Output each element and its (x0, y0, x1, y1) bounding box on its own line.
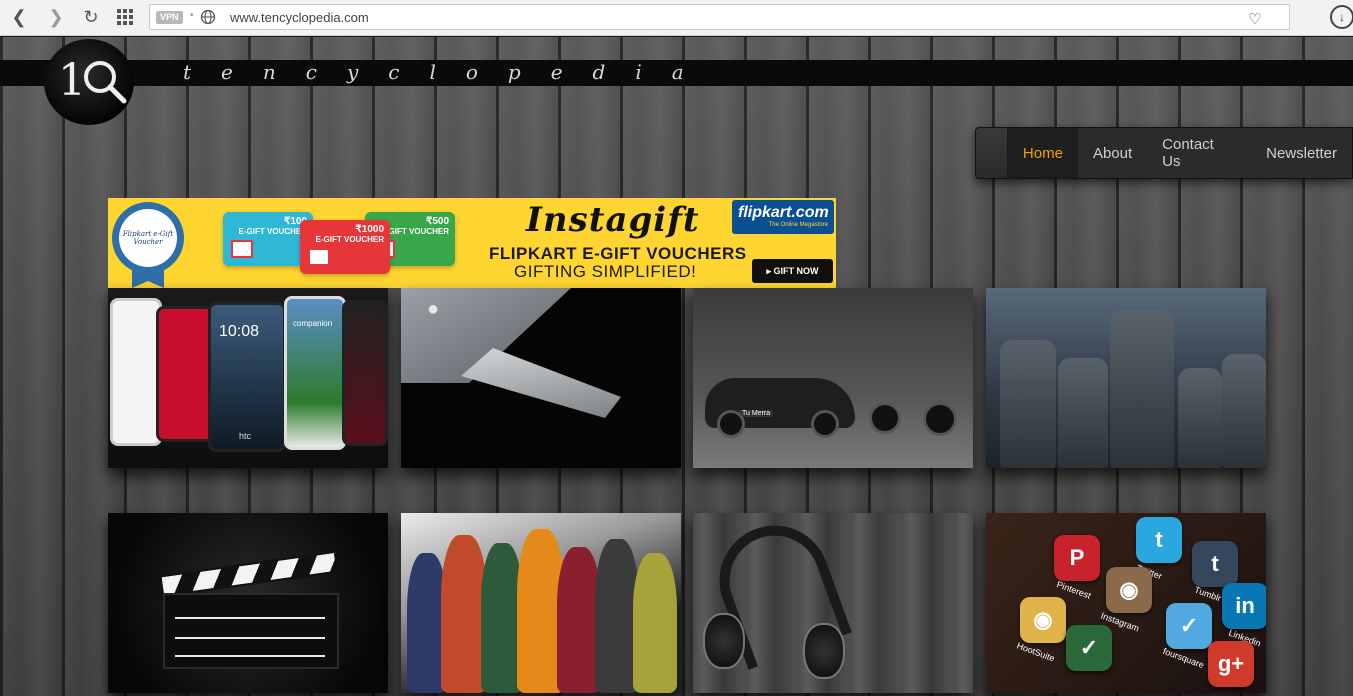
clap-line (175, 637, 325, 639)
address-bar[interactable]: VPN • www.tencyclopedia.com ♡ (149, 4, 1290, 30)
hootsuite-icon: ◉ (1020, 597, 1066, 643)
tile-social-apps[interactable]: P Pinterest t Twitter t Tumblr ◉ Instagr… (986, 513, 1266, 693)
app-label: HootSuite (1015, 640, 1057, 664)
foursquare-icon: ✓ (1166, 603, 1212, 649)
car-plate: Tu Merra (739, 410, 774, 417)
linkedin-icon: in (1222, 583, 1266, 629)
phone-galaxy: companion (284, 296, 346, 450)
heart-icon[interactable]: ♡ (1245, 9, 1265, 29)
gift-now-button[interactable]: ▸ GIFT NOW (752, 259, 833, 283)
phone-htc: 10:08 htc (208, 302, 286, 452)
anime-character (633, 553, 677, 693)
car-wheel-rear (811, 410, 839, 438)
gift-box-icon (231, 240, 253, 258)
banner-title: Instagift (526, 200, 700, 240)
phone-xperia (342, 300, 388, 446)
clap-line (175, 617, 325, 619)
phone-clock: 10:08 (219, 323, 260, 340)
flipkart-subtitle: The Online Megastore (768, 222, 828, 228)
site-tagline: tencyclopedia (183, 60, 714, 84)
app-icon: ✓ (1066, 625, 1112, 671)
menu-item-about[interactable]: About (1078, 128, 1147, 178)
voucher-badge: Flipkart e-Gift Voucher (112, 202, 184, 274)
twitter-icon: t (1136, 517, 1182, 563)
phone-lumia (156, 306, 214, 442)
page-content: 1 tencyclopedia Home About Contact Us Ne… (0, 37, 1353, 696)
menu-item-newsletter[interactable]: Newsletter (1251, 128, 1352, 178)
flipkart-logo: flipkart.com The Online Megastore (732, 200, 834, 234)
tile-laptop[interactable]: ● (401, 288, 681, 468)
tile-movies[interactable] (108, 513, 388, 693)
flipkart-brand: flipkart.com (738, 204, 829, 221)
badge-text: Flipkart e-Gift Voucher (119, 209, 177, 267)
app-label: Tumblr (1193, 584, 1223, 604)
flipkart-banner-ad[interactable]: Flipkart e-Gift Voucher ₹100 E-GIFT VOUC… (108, 198, 836, 288)
google-plus-icon: g+ (1208, 641, 1254, 687)
url-text[interactable]: www.tencyclopedia.com (230, 10, 369, 25)
tile-halo[interactable] (986, 288, 1266, 468)
card-amount: ₹100 (283, 216, 307, 227)
soldier-3 (1110, 310, 1174, 468)
app-label: foursquare (1161, 645, 1206, 671)
voucher-card-1000: ₹1000 E-GIFT VOUCHER (300, 220, 390, 274)
soldier-1 (1000, 340, 1056, 468)
pinterest-icon: P (1054, 535, 1100, 581)
soldier-2 (1058, 358, 1108, 468)
gift-now-label: GIFT NOW (773, 266, 819, 276)
globe-icon (200, 9, 216, 25)
browser-toolbar: ❮ ❯ ↻ VPN • www.tencyclopedia.com ♡ ↓ (0, 0, 1353, 36)
card-amount: ₹1000 (355, 224, 384, 235)
speed-dial-icon[interactable] (114, 6, 136, 28)
tile-music[interactable] (693, 513, 973, 693)
apple-logo-icon: ● (427, 298, 440, 320)
headphone-cup-left (703, 613, 745, 669)
bike-wheel-rear (923, 402, 957, 436)
headphone-cup-right (803, 623, 845, 679)
car-wheel-front (717, 410, 745, 438)
main-menu: Home About Contact Us Newsletter (975, 127, 1353, 179)
menu-item-home[interactable]: Home (1007, 128, 1078, 178)
clapperboard-top (159, 550, 339, 598)
tile-anime[interactable] (401, 513, 681, 693)
card-label: E-GIFT VOUCHER (238, 227, 307, 236)
menu-item-contact[interactable]: Contact Us (1147, 128, 1251, 178)
tumblr-icon: t (1192, 541, 1238, 587)
back-icon[interactable]: ❮ (8, 6, 30, 28)
bike-wheel-front (869, 402, 901, 434)
laptop-base (461, 348, 621, 418)
download-icon[interactable]: ↓ (1330, 5, 1353, 29)
banner-line-1: FLIPKART E-GIFT VOUCHERS (489, 244, 747, 263)
forward-icon[interactable]: ❯ (45, 6, 67, 28)
motorbike (869, 396, 959, 436)
soldier-5 (1222, 354, 1266, 468)
card-label: E-GIFT VOUCHER (315, 235, 384, 244)
clapperboard-icon (163, 593, 339, 669)
phone-brand: htc (239, 431, 252, 441)
phone-iphone (110, 298, 162, 446)
menu-cap (976, 128, 1008, 178)
soldier-4 (1178, 368, 1222, 468)
reload-icon[interactable]: ↻ (80, 6, 102, 28)
logo-digit: 1 (58, 55, 84, 105)
gift-box-icon (308, 248, 330, 266)
phone-app-name: companion (293, 319, 333, 328)
banner-line-2: GIFTING SIMPLIFIED! (514, 262, 697, 281)
logo-text[interactable]: 1 (58, 55, 130, 116)
clap-line (175, 655, 325, 657)
vpn-badge[interactable]: VPN (156, 11, 183, 24)
separator-dot: • (190, 10, 194, 21)
tile-smartphones[interactable]: 10:08 htc companion (108, 288, 388, 468)
tile-supercar[interactable]: Tu Merra (693, 288, 973, 468)
instagram-icon: ◉ (1106, 567, 1152, 613)
